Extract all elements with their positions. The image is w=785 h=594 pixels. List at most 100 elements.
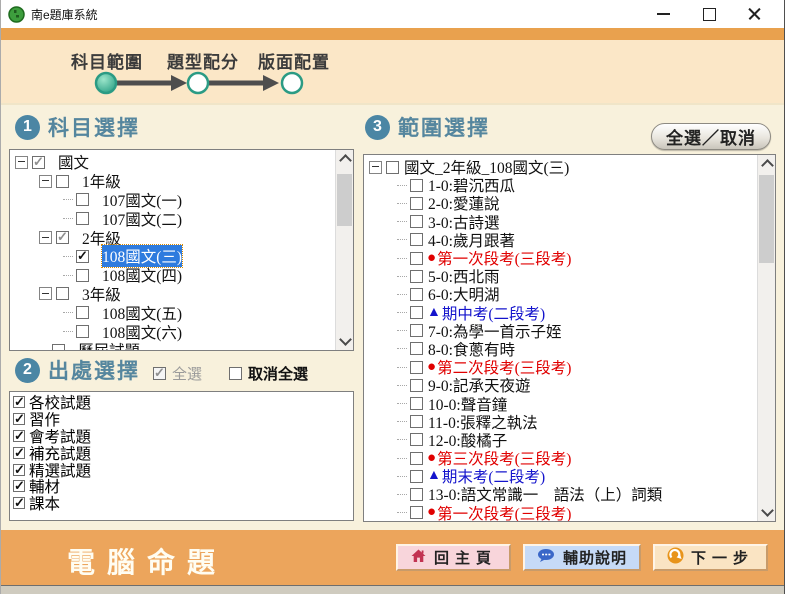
tree-collapse-icon[interactable]: [369, 161, 382, 174]
scroll-down-icon[interactable]: [339, 333, 352, 346]
tree-item[interactable]: 3-0:古詩選: [364, 213, 758, 231]
tree-checkbox[interactable]: [56, 175, 69, 188]
tree-checkbox[interactable]: [410, 506, 423, 519]
tree-checkbox[interactable]: [76, 306, 89, 319]
tree-item[interactable]: 108國文(三): [10, 247, 336, 266]
source-list-item[interactable]: 精選試題: [13, 461, 353, 478]
tree-item[interactable]: 6-0:大明湖: [364, 285, 758, 303]
scroll-up-icon[interactable]: [339, 154, 352, 167]
tree-item[interactable]: ●第一次段考(三段考): [364, 504, 758, 522]
tree-item[interactable]: 1-0:碧沉西瓜: [364, 176, 758, 194]
tree-checkbox[interactable]: [76, 212, 89, 225]
subject-tree-scrollbar[interactable]: [335, 150, 353, 350]
step2-circle: [188, 73, 208, 93]
tree-item[interactable]: 7-0:為學一首示子姪: [364, 322, 758, 340]
tree-checkbox[interactable]: [76, 250, 89, 263]
tree-checkbox[interactable]: [410, 324, 423, 337]
close-button[interactable]: [732, 1, 778, 27]
source-list-item[interactable]: 各校試題: [13, 394, 353, 411]
tree-checkbox[interactable]: [410, 179, 423, 192]
tree-checkbox[interactable]: [410, 415, 423, 428]
scroll-thumb[interactable]: [337, 174, 352, 226]
tree-checkbox[interactable]: [410, 306, 423, 319]
title-bar: 南e題庫系統: [1, 0, 784, 28]
tree-checkbox[interactable]: [76, 325, 89, 338]
tree-checkbox[interactable]: [410, 470, 423, 483]
accent-strip: [1, 28, 784, 40]
tree-item[interactable]: 國文_2年級_108國文(三): [364, 158, 758, 176]
help-button[interactable]: 輔助說明: [523, 544, 641, 571]
tree-item[interactable]: 5-0:西北雨: [364, 267, 758, 285]
tree-item[interactable]: 3年級: [10, 285, 336, 304]
select-all-toggle-button[interactable]: 全選／取消: [651, 123, 771, 150]
tree-item[interactable]: 107國文(一): [10, 191, 336, 210]
tree-collapse-icon[interactable]: [39, 287, 52, 300]
tree-item[interactable]: 9-0:記承天夜遊: [364, 376, 758, 394]
badge-1: 1: [15, 115, 40, 140]
next-step-button[interactable]: 下一步: [653, 544, 768, 571]
tree-checkbox[interactable]: [410, 215, 423, 228]
tree-checkbox[interactable]: [410, 452, 423, 465]
tree-checkbox[interactable]: [410, 252, 423, 265]
tree-checkbox[interactable]: [76, 269, 89, 282]
source-checkbox[interactable]: [13, 447, 25, 459]
select-all-checkbox[interactable]: [153, 367, 166, 380]
tree-item[interactable]: 1年級: [10, 172, 336, 191]
tree-item[interactable]: 國文: [10, 153, 336, 172]
scroll-up-icon[interactable]: [761, 159, 774, 172]
tree-item[interactable]: ●第二次段考(三段考): [364, 358, 758, 376]
tree-checkbox[interactable]: [410, 197, 423, 210]
scroll-down-icon[interactable]: [761, 504, 774, 517]
tree-checkbox[interactable]: [410, 233, 423, 246]
source-checkbox[interactable]: [13, 396, 25, 408]
range-panel-title: 範圍選擇: [398, 112, 490, 142]
range-tree-scrollbar[interactable]: [757, 155, 775, 521]
home-button[interactable]: 回主頁: [396, 544, 511, 571]
tree-item[interactable]: 2年級: [10, 228, 336, 247]
clear-all-control[interactable]: 取消全選: [229, 363, 308, 384]
minimize-button[interactable]: [640, 1, 686, 27]
tree-connector: [63, 218, 73, 219]
tree-item[interactable]: ●第一次段考(三段考): [364, 249, 758, 267]
source-list-item[interactable]: 課本: [13, 495, 353, 512]
tree-checkbox[interactable]: [32, 156, 45, 169]
tree-checkbox[interactable]: [410, 433, 423, 446]
tree-checkbox[interactable]: [410, 397, 423, 410]
source-list: 各校試題習作會考試題補充試題精選試題輔材課本: [10, 392, 353, 512]
tree-checkbox[interactable]: [76, 193, 89, 206]
tree-item[interactable]: 108國文(四): [10, 266, 336, 285]
tree-connector: [63, 275, 73, 276]
tree-item[interactable]: 108國文(六): [10, 322, 336, 341]
window-title: 南e題庫系統: [31, 6, 98, 23]
tree-item[interactable]: 2-0:愛蓮說: [364, 194, 758, 212]
tree-checkbox[interactable]: [410, 342, 423, 355]
tree-checkbox[interactable]: [410, 361, 423, 374]
tree-checkbox[interactable]: [410, 288, 423, 301]
tree-checkbox[interactable]: [52, 344, 65, 351]
tree-checkbox[interactable]: [410, 379, 423, 392]
select-all-control[interactable]: 全選: [153, 363, 202, 384]
tree-item[interactable]: 10-0:聲音鐘: [364, 394, 758, 412]
tree-collapse-icon[interactable]: [39, 231, 52, 244]
tree-item[interactable]: 107國文(二): [10, 209, 336, 228]
source-checkbox[interactable]: [13, 480, 25, 492]
source-checkbox[interactable]: [13, 497, 25, 509]
source-checkbox[interactable]: [13, 464, 25, 476]
tree-checkbox[interactable]: [410, 488, 423, 501]
source-checkbox[interactable]: [13, 430, 25, 442]
source-checkbox[interactable]: [13, 413, 25, 425]
tree-checkbox[interactable]: [56, 287, 69, 300]
tree-checkbox[interactable]: [410, 270, 423, 283]
tree-item[interactable]: ●第三次段考(三段考): [364, 449, 758, 467]
tree-collapse-icon[interactable]: [15, 156, 28, 169]
maximize-button[interactable]: [686, 1, 732, 27]
tree-checkbox[interactable]: [56, 231, 69, 244]
tree-item[interactable]: 108國文(五): [10, 303, 336, 322]
tree-collapse-icon[interactable]: [39, 175, 52, 188]
footer-bar: 電腦命題 回主頁 輔助說明 下一步: [1, 530, 784, 585]
tree-item[interactable]: 11-0:張釋之執法: [364, 413, 758, 431]
tree-checkbox[interactable]: [386, 161, 399, 174]
exam-red-circle-icon: ●: [427, 251, 436, 266]
clear-all-checkbox[interactable]: [229, 367, 242, 380]
scroll-thumb[interactable]: [759, 175, 774, 263]
